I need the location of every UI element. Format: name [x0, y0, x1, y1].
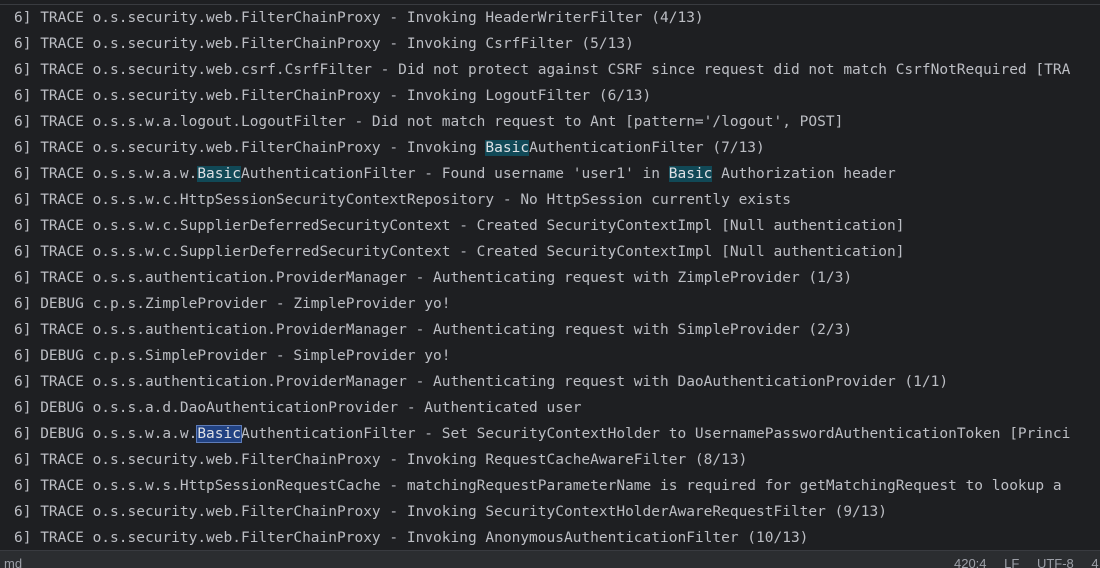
log-text: 6] DEBUG o.s.s.w.a.w. [14, 426, 198, 442]
status-right-group: 420:4 LF UTF-8 4 sp [940, 556, 1100, 568]
log-text: 6] TRACE o.s.s.authentication.ProviderMa… [14, 322, 853, 338]
log-line: 6] TRACE o.s.s.w.s.HttpSessionRequestCac… [0, 473, 1100, 499]
log-text: 6] TRACE o.s.s.w.c.SupplierDeferredSecur… [14, 244, 905, 260]
log-line: 6] TRACE o.s.s.w.c.SupplierDeferredSecur… [0, 213, 1100, 239]
search-match-highlight: Basic [485, 140, 530, 156]
log-text: Authorization header [712, 166, 896, 182]
log-line: 6] TRACE o.s.security.web.FilterChainPro… [0, 447, 1100, 473]
search-match-highlight: Basic [668, 166, 713, 182]
log-line: 6] DEBUG c.p.s.ZimpleProvider - ZimplePr… [0, 291, 1100, 317]
log-line: 6] TRACE o.s.s.w.a.w.BasicAuthentication… [0, 161, 1100, 187]
log-text: 6] DEBUG o.s.s.a.d.DaoAuthenticationProv… [14, 400, 582, 416]
log-text: 6] TRACE o.s.security.web.FilterChainPro… [14, 36, 634, 52]
log-text: 6] TRACE o.s.s.w.c.HttpSessionSecurityCo… [14, 192, 791, 208]
log-text: 6] TRACE o.s.s.w.c.SupplierDeferredSecur… [14, 218, 905, 234]
log-lines: 6] TRACE o.s.security.web.FilterChainPro… [0, 5, 1100, 550]
log-text: 6] TRACE o.s.security.web.csrf.CsrfFilte… [14, 62, 1071, 78]
status-bar: md 420:4 LF UTF-8 4 sp [0, 550, 1100, 568]
log-line: 6] TRACE o.s.security.web.FilterChainPro… [0, 525, 1100, 550]
log-line: 6] DEBUG c.p.s.SimpleProvider - SimplePr… [0, 343, 1100, 369]
status-file-type[interactable]: md [4, 556, 22, 568]
log-line: 6] TRACE o.s.s.authentication.ProviderMa… [0, 369, 1100, 395]
log-text: 6] TRACE o.s.s.w.a.w. [14, 166, 198, 182]
log-line: 6] TRACE o.s.s.authentication.ProviderMa… [0, 317, 1100, 343]
log-text: AuthenticationFilter (7/13) [529, 140, 765, 156]
log-text: 6] TRACE o.s.s.authentication.ProviderMa… [14, 270, 853, 286]
log-text: 6] DEBUG c.p.s.ZimpleProvider - ZimplePr… [14, 296, 451, 312]
log-text: 6] TRACE o.s.security.web.FilterChainPro… [14, 452, 748, 468]
log-line: 6] TRACE o.s.s.w.c.SupplierDeferredSecur… [0, 239, 1100, 265]
log-text: 6] DEBUG c.p.s.SimpleProvider - SimplePr… [14, 348, 451, 364]
log-text: 6] TRACE o.s.s.authentication.ProviderMa… [14, 374, 949, 390]
log-text: AuthenticationFilter - Found username 'u… [240, 166, 669, 182]
log-line: 6] TRACE o.s.security.web.FilterChainPro… [0, 135, 1100, 161]
log-text: 6] TRACE o.s.s.w.a.logout.LogoutFilter -… [14, 114, 844, 130]
status-encoding[interactable]: UTF-8 [1037, 556, 1074, 568]
log-text: 6] TRACE o.s.security.web.FilterChainPro… [14, 140, 486, 156]
log-line: 6] TRACE o.s.security.web.csrf.CsrfFilte… [0, 57, 1100, 83]
console-output[interactable]: 6] TRACE o.s.security.web.FilterChainPro… [0, 0, 1100, 550]
log-line: 6] DEBUG o.s.s.a.d.DaoAuthenticationProv… [0, 395, 1100, 421]
status-indent[interactable]: 4 sp [1091, 556, 1100, 568]
log-text: 6] TRACE o.s.security.web.FilterChainPro… [14, 10, 704, 26]
log-line: 6] DEBUG o.s.s.w.a.w.BasicAuthentication… [0, 421, 1100, 447]
log-line: 6] TRACE o.s.security.web.FilterChainPro… [0, 83, 1100, 109]
log-text: 6] TRACE o.s.security.web.FilterChainPro… [14, 88, 652, 104]
search-match-highlight: Basic [197, 166, 241, 182]
log-text: 6] TRACE o.s.security.web.FilterChainPro… [14, 530, 809, 546]
log-line: 6] TRACE o.s.s.w.a.logout.LogoutFilter -… [0, 109, 1100, 135]
log-text: 6] TRACE o.s.s.w.s.HttpSessionRequestCac… [14, 478, 1062, 494]
log-line: 6] TRACE o.s.s.w.c.HttpSessionSecurityCo… [0, 187, 1100, 213]
log-line: 6] TRACE o.s.security.web.FilterChainPro… [0, 499, 1100, 525]
status-caret-position[interactable]: 420:4 [954, 556, 987, 568]
log-line: 6] TRACE o.s.security.web.FilterChainPro… [0, 5, 1100, 31]
log-line: 6] TRACE o.s.security.web.FilterChainPro… [0, 31, 1100, 57]
log-text: AuthenticationFilter - Set SecurityConte… [240, 426, 1071, 442]
status-line-separator[interactable]: LF [1004, 556, 1019, 568]
current-search-match-highlight: Basic [196, 425, 242, 443]
log-line: 6] TRACE o.s.s.authentication.ProviderMa… [0, 265, 1100, 291]
log-text: 6] TRACE o.s.security.web.FilterChainPro… [14, 504, 887, 520]
